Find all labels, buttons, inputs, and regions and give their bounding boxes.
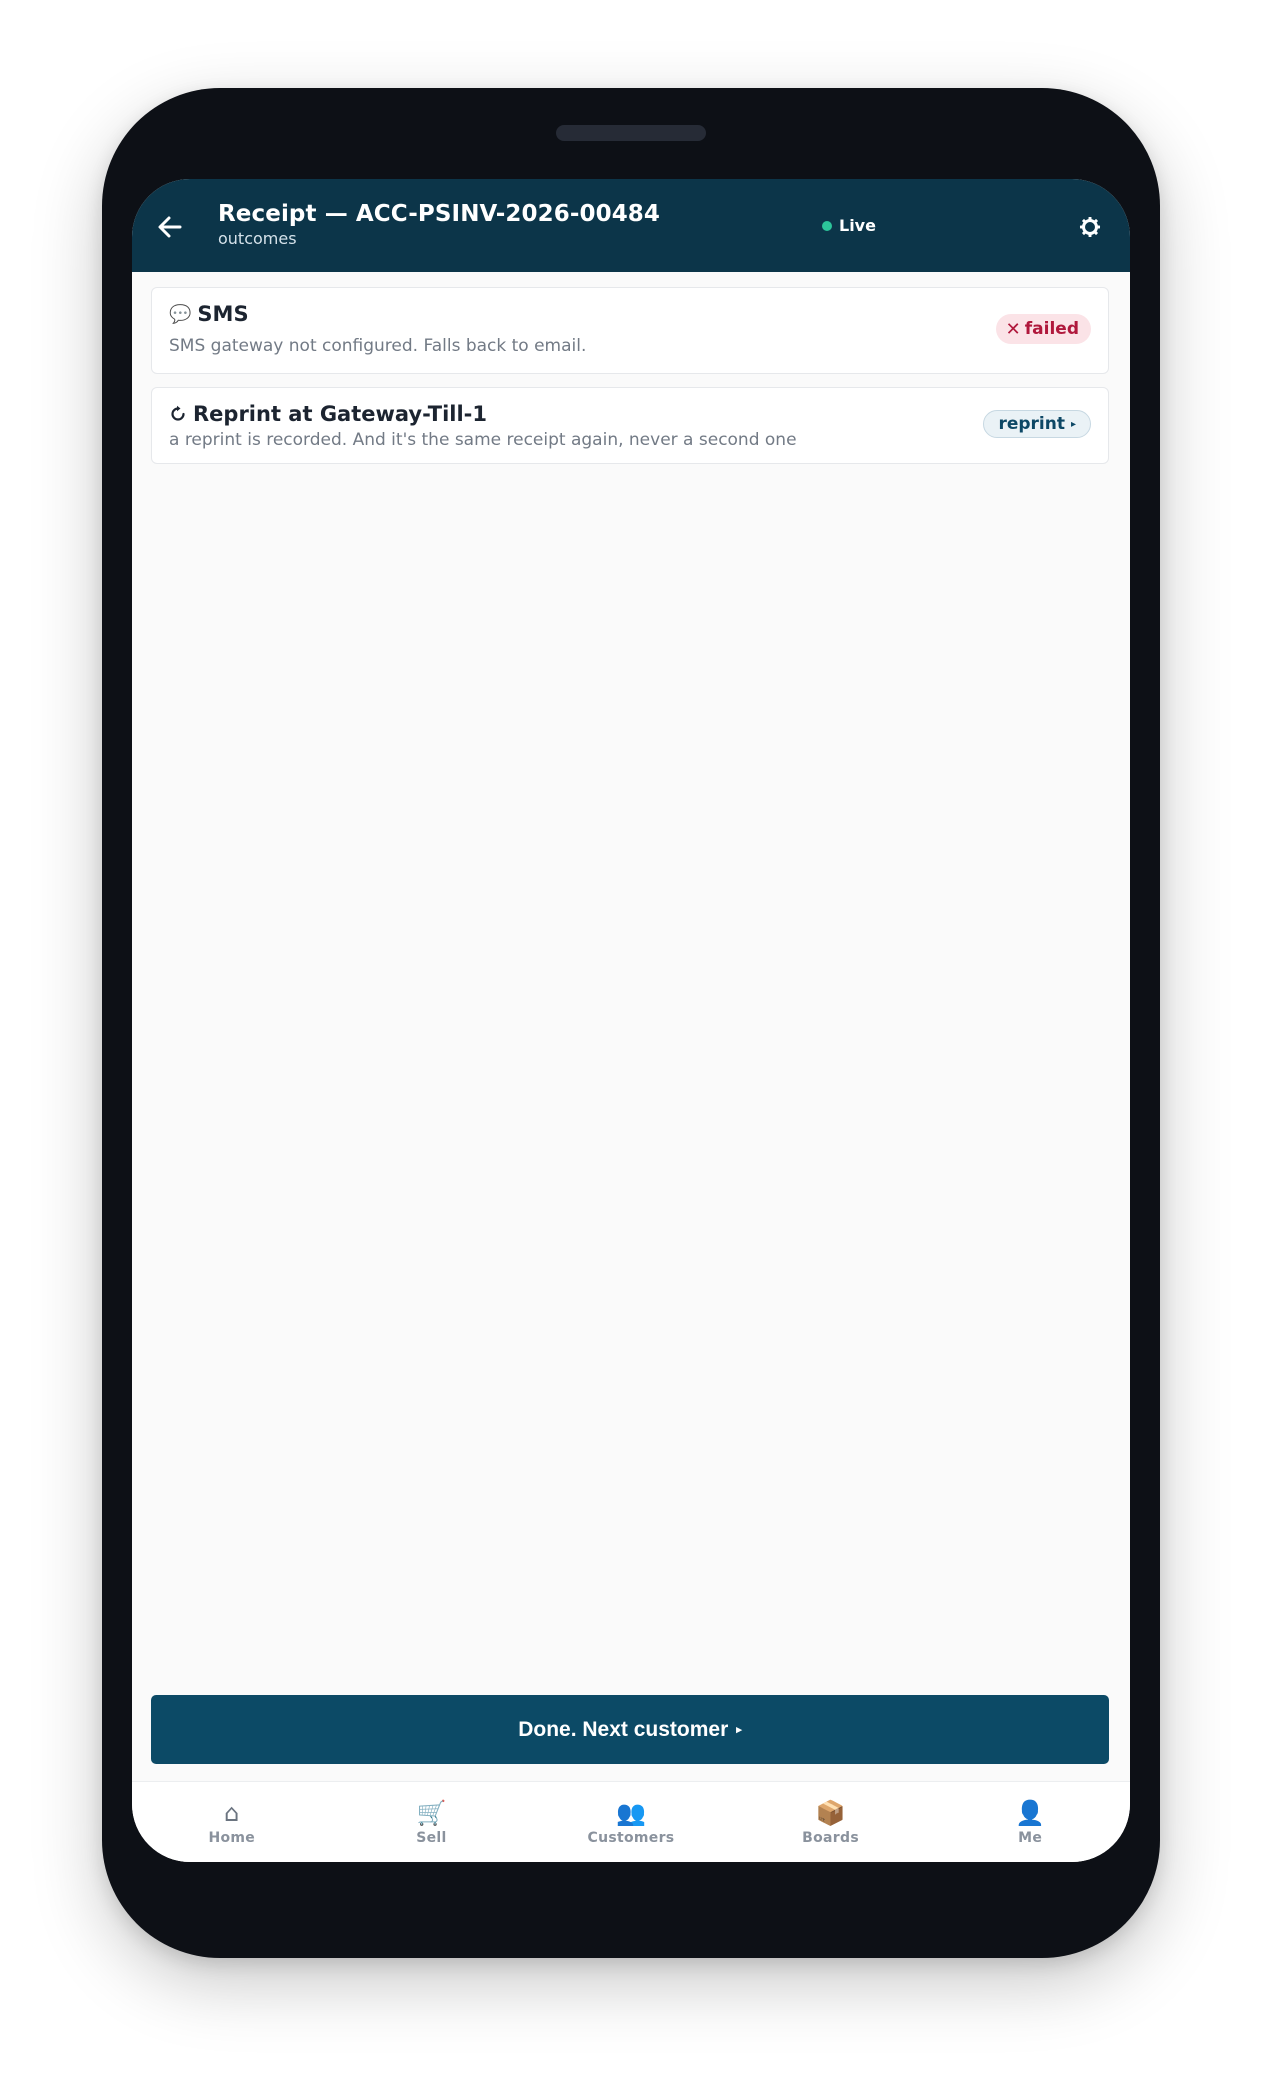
back-arrow-icon <box>158 216 182 238</box>
speech-bubble-icon: 💬 <box>169 303 192 325</box>
nav-item-sell[interactable]: 🛒 Sell <box>332 1782 532 1862</box>
reprint-button[interactable]: reprint ▸ <box>983 410 1091 438</box>
outcome-card-reprint: Reprint at Gateway-Till-1 a reprint is r… <box>151 387 1109 464</box>
outcome-title: SMS <box>197 302 249 326</box>
outcome-description: SMS gateway not configured. Falls back t… <box>169 336 587 356</box>
phone-speaker <box>556 125 706 141</box>
phone-frame: Receipt — ACC-PSINV-2026-00484 outcomes … <box>102 88 1160 1958</box>
nav-label: Customers <box>587 1830 675 1846</box>
nav-label: Sell <box>416 1830 447 1846</box>
outcome-card-sms: 💬 SMS SMS gateway not configured. Falls … <box>151 287 1109 374</box>
nav-item-me[interactable]: 👤 Me <box>930 1782 1130 1862</box>
failed-badge-label: failed <box>1024 319 1079 339</box>
nav-item-home[interactable]: ⌂ Home <box>132 1782 332 1862</box>
play-arrow-icon: ▸ <box>1070 418 1076 430</box>
package-icon: 📦 <box>815 1799 846 1827</box>
done-next-customer-button[interactable]: Done. Next customer ▸ <box>151 1695 1109 1764</box>
page-subtitle: outcomes <box>218 229 297 248</box>
failed-badge: ✕ failed <box>995 314 1091 344</box>
settings-button[interactable] <box>1078 215 1102 239</box>
live-dot-icon <box>822 220 832 231</box>
app-screen: Receipt — ACC-PSINV-2026-00484 outcomes … <box>132 179 1130 1862</box>
nav-label: Boards <box>802 1830 859 1846</box>
back-button[interactable] <box>150 207 190 247</box>
nav-label: Home <box>208 1830 256 1846</box>
outcome-title: Reprint at Gateway-Till-1 <box>193 402 487 426</box>
nav-item-customers[interactable]: 👥 Customers <box>531 1782 731 1862</box>
done-next-customer-label: Done. Next customer <box>518 1717 729 1741</box>
bottom-nav: ⌂ Home 🛒 Sell 👥 Customers 📦 Boards 👤 Me <box>132 1781 1130 1862</box>
person-icon: 👤 <box>1015 1799 1046 1827</box>
app-header: Receipt — ACC-PSINV-2026-00484 outcomes … <box>132 179 1130 272</box>
live-status: Live <box>822 216 876 235</box>
nav-label: Me <box>1018 1830 1043 1846</box>
page-title: Receipt — ACC-PSINV-2026-00484 <box>218 201 661 227</box>
nav-item-boards[interactable]: 📦 Boards <box>731 1782 931 1862</box>
home-icon: ⌂ <box>224 1799 240 1827</box>
reprint-button-label: reprint <box>998 414 1065 434</box>
live-status-label: Live <box>839 216 876 235</box>
cart-icon: 🛒 <box>416 1799 447 1827</box>
people-icon: 👥 <box>616 1799 646 1827</box>
gear-icon <box>1080 217 1100 237</box>
play-arrow-icon: ▸ <box>736 1724 742 1736</box>
refresh-icon <box>169 405 187 423</box>
close-icon: ✕ <box>1005 318 1021 340</box>
outcome-description: a reprint is recorded. And it's the same… <box>169 430 797 450</box>
